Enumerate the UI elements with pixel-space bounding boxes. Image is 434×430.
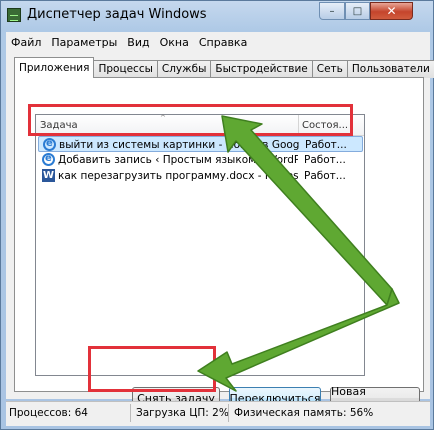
task-name: Добавить запись ‹ Простым языком ‹ WordP… bbox=[58, 154, 298, 166]
internet-explorer-icon bbox=[42, 151, 55, 167]
status-divider bbox=[228, 404, 229, 422]
client-area: Приложения Процессы Службы Быстродействи… bbox=[6, 52, 434, 411]
task-name: выйти из системы картинки - Поиск в Goog… bbox=[59, 139, 299, 151]
column-divider[interactable] bbox=[298, 115, 299, 135]
tab-applications[interactable]: Приложения bbox=[14, 57, 95, 78]
task-status: Работ... bbox=[304, 170, 346, 182]
minimize-button[interactable]: – bbox=[319, 2, 345, 20]
task-row[interactable]: W как перезагрузить программу.docx - Mic… bbox=[38, 168, 363, 184]
memory-usage: Физическая память: 56% bbox=[234, 407, 374, 419]
sort-arrow-icon: ^ bbox=[160, 114, 166, 122]
task-manager-icon bbox=[7, 8, 21, 22]
process-count: Процессов: 64 bbox=[9, 407, 88, 419]
cpu-usage: Загрузка ЦП: 2% bbox=[136, 407, 229, 419]
tab-users[interactable]: Пользователи bbox=[346, 60, 434, 78]
menu-windows[interactable]: Окна bbox=[155, 36, 194, 49]
applications-panel: ^ Задача Состоя... выйти из системы карт… bbox=[14, 77, 424, 411]
menu-file[interactable]: Файл bbox=[6, 36, 46, 49]
tab-performance[interactable]: Быстродействие bbox=[210, 60, 313, 78]
task-row[interactable]: выйти из системы картинки - Поиск в Goog… bbox=[38, 136, 363, 152]
window-title: Диспетчер задач Windows bbox=[27, 7, 207, 22]
list-header: ^ Задача Состоя... bbox=[36, 114, 364, 136]
status-divider bbox=[130, 404, 131, 422]
task-list[interactable]: ^ Задача Состоя... выйти из системы карт… bbox=[35, 114, 365, 376]
task-row[interactable]: Добавить запись ‹ Простым языком ‹ WordP… bbox=[38, 151, 363, 168]
tab-services[interactable]: Службы bbox=[156, 60, 212, 78]
tab-processes[interactable]: Процессы bbox=[93, 60, 158, 78]
internet-explorer-icon bbox=[43, 136, 56, 152]
title-bar[interactable]: Диспетчер задач Windows – □ ✕ bbox=[1, 1, 433, 29]
tab-network[interactable]: Сеть bbox=[311, 60, 348, 78]
task-status: Работ... bbox=[304, 154, 346, 166]
close-button[interactable]: ✕ bbox=[370, 2, 413, 20]
menu-view[interactable]: Вид bbox=[122, 36, 154, 49]
menu-options[interactable]: Параметры bbox=[46, 36, 122, 49]
column-task[interactable]: Задача bbox=[40, 120, 78, 131]
menu-help[interactable]: Справка bbox=[194, 36, 252, 49]
task-name: как перезагрузить программу.docx - Micro… bbox=[58, 170, 298, 182]
tab-strip: Приложения Процессы Службы Быстродействи… bbox=[14, 56, 434, 78]
menu-bar: Файл Параметры Вид Окна Справка bbox=[6, 32, 430, 52]
task-status: Работ... bbox=[305, 139, 347, 151]
maximize-button[interactable]: □ bbox=[345, 2, 370, 20]
task-manager-window: Диспетчер задач Windows – □ ✕ Файл Парам… bbox=[0, 0, 434, 430]
column-status[interactable]: Состоя... bbox=[302, 120, 348, 131]
word-icon: W bbox=[42, 169, 55, 182]
status-bar: Процессов: 64 Загрузка ЦП: 2% Физическая… bbox=[6, 401, 430, 426]
